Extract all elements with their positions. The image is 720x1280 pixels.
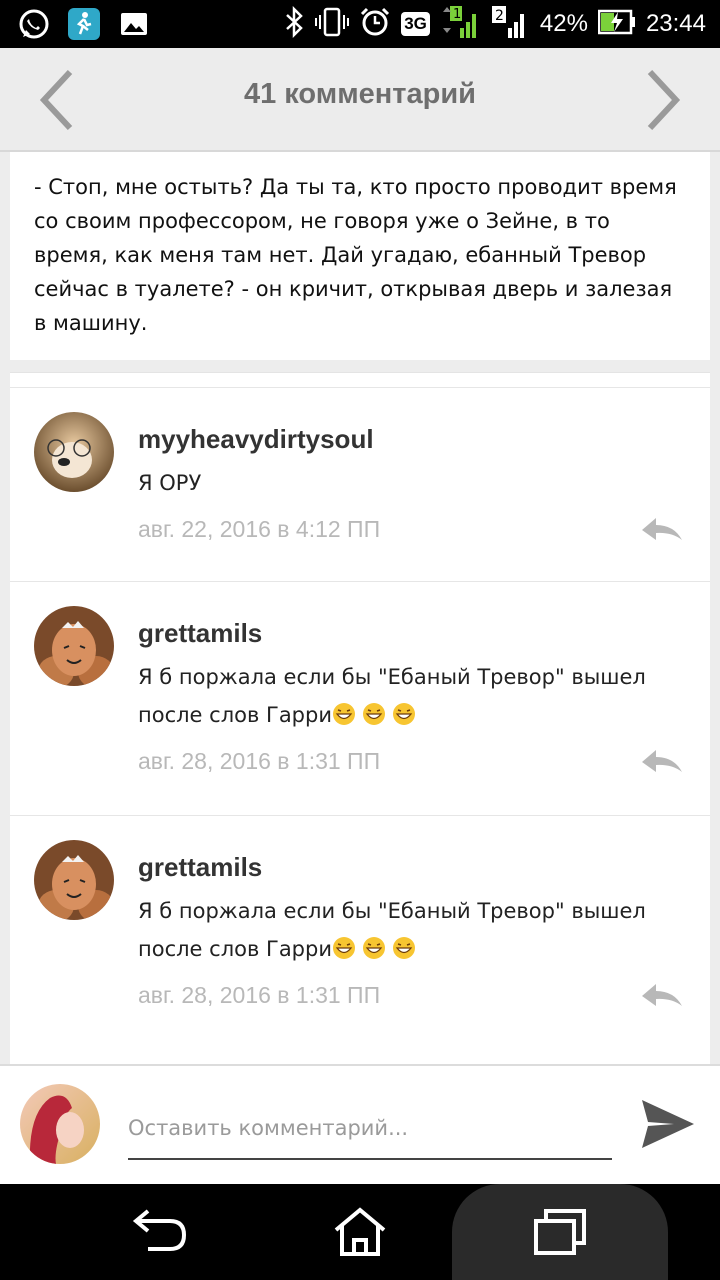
- next-chapter-button[interactable]: [634, 68, 694, 132]
- laughing-emoji-icon: [363, 937, 385, 959]
- comments-scroll-area[interactable]: - Стоп, мне остыть? Да ты та, кто просто…: [0, 152, 720, 1064]
- comment-item: myyheavydirtysoul Я ОРУ авг. 22, 2016 в …: [10, 387, 710, 581]
- back-arrow-icon: [132, 1209, 187, 1251]
- whatsapp-icon: [16, 6, 52, 42]
- comment-compose-bar: [0, 1064, 720, 1184]
- comment-username[interactable]: grettamils: [138, 618, 262, 649]
- battery-percent: 42%: [539, 10, 588, 37]
- avatar[interactable]: [34, 412, 114, 492]
- emoji-row: [332, 937, 422, 961]
- vibrate-icon: [315, 6, 350, 43]
- bluetooth-icon: [283, 5, 305, 43]
- home-button[interactable]: [330, 1202, 390, 1262]
- comments-header: 41 комментарий: [0, 48, 720, 152]
- reply-icon: [642, 518, 682, 540]
- story-excerpt: - Стоп, мне остыть? Да ты та, кто просто…: [10, 152, 710, 360]
- send-icon: [642, 1100, 694, 1148]
- laughing-emoji-icon: [333, 937, 355, 959]
- current-user-avatar[interactable]: [20, 1084, 100, 1164]
- comment-username[interactable]: grettamils: [138, 852, 262, 883]
- recent-apps-icon: [534, 1209, 586, 1255]
- send-button[interactable]: [640, 1098, 696, 1150]
- system-navigation-bar: [0, 1184, 720, 1280]
- laughing-emoji-icon: [363, 703, 385, 725]
- network-type-badge: 3G: [401, 12, 430, 36]
- reply-icon: [642, 984, 682, 1006]
- emoji-row: [332, 703, 422, 727]
- signal-sim2-icon: 2: [490, 4, 530, 45]
- reply-button[interactable]: [640, 748, 688, 780]
- laughing-emoji-icon: [393, 703, 415, 725]
- clock: 23:44: [645, 10, 706, 37]
- laughing-emoji-icon: [333, 703, 355, 725]
- comment-text: Я б поржала если бы "Ебаный Тревор" выше…: [138, 658, 678, 734]
- comment-date: авг. 28, 2016 в 1:31 ПП: [138, 748, 381, 774]
- avatar[interactable]: [34, 606, 114, 686]
- comment-list: myyheavydirtysoul Я ОРУ авг. 22, 2016 в …: [10, 372, 710, 1064]
- comment-input[interactable]: [128, 1104, 612, 1160]
- chevron-right-icon: [647, 69, 681, 131]
- alarm-icon: [359, 6, 391, 43]
- comment-text: Я б поржала если бы "Ебаный Тревор" выше…: [138, 892, 678, 968]
- reply-button[interactable]: [640, 516, 688, 548]
- svg-text:2: 2: [495, 8, 504, 24]
- recent-apps-button[interactable]: [530, 1202, 590, 1262]
- comment-item: grettamils Я б поржала если бы "Ебаный Т…: [10, 581, 710, 815]
- reply-icon: [642, 750, 682, 772]
- gallery-icon: [116, 6, 152, 42]
- back-button[interactable]: [130, 1202, 190, 1262]
- svg-text:1: 1: [453, 7, 461, 22]
- comment-item: grettamils Я б поржала если бы "Ебаный Т…: [10, 815, 710, 1049]
- laughing-emoji-icon: [393, 937, 415, 959]
- fitness-app-icon: [66, 6, 102, 42]
- comment-username[interactable]: myyheavydirtysoul: [138, 424, 374, 455]
- signal-sim1-icon: 1: [440, 4, 480, 45]
- reply-button[interactable]: [640, 982, 688, 1014]
- battery-charging-icon: [597, 9, 636, 40]
- home-icon: [334, 1207, 386, 1256]
- avatar[interactable]: [34, 840, 114, 920]
- status-bar: 3G 1 2 42% 23:44: [0, 0, 720, 48]
- page-title: 41 комментарий: [243, 78, 477, 110]
- comment-text: Я ОРУ: [138, 471, 202, 495]
- comment-date: авг. 22, 2016 в 4:12 ПП: [138, 516, 381, 542]
- story-text: - Стоп, мне остыть? Да ты та, кто просто…: [34, 175, 677, 335]
- comment-date: авг. 28, 2016 в 1:31 ПП: [138, 982, 381, 1008]
